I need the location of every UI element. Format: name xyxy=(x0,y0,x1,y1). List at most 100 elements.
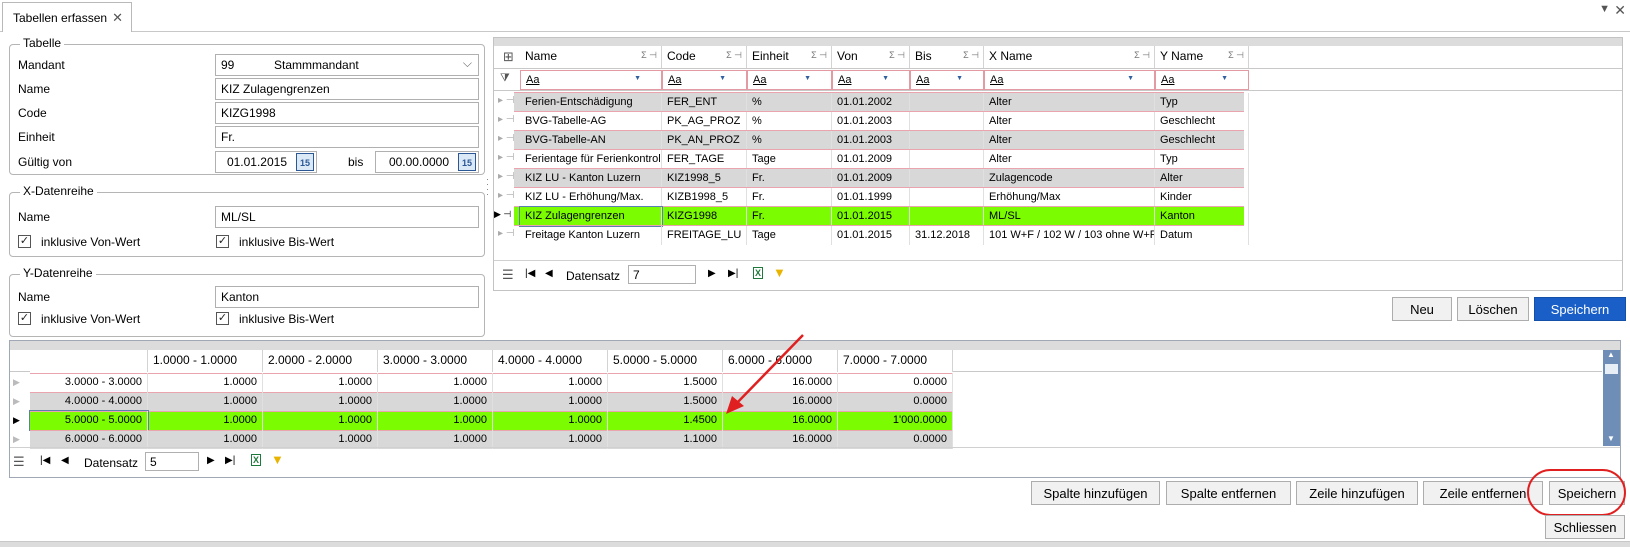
prev-record-icon[interactable]: ◀ xyxy=(545,268,553,279)
column-header[interactable]: Name Σ ⊣ xyxy=(520,46,662,68)
value-cell[interactable]: 1.5000 xyxy=(608,392,723,411)
prev-record-icon[interactable]: ◀ xyxy=(61,455,69,466)
table-cell[interactable]: Zulagencode xyxy=(984,169,1155,188)
table-cell[interactable]: Typ xyxy=(1155,93,1249,112)
splitter-handle[interactable]: · · · · xyxy=(486,175,490,199)
value-cell[interactable]: 0.0000 xyxy=(838,373,953,392)
dropdown-icon[interactable]: ▼ xyxy=(1599,3,1610,15)
sum-pin-icon[interactable]: Σ ⊣ xyxy=(1228,50,1244,61)
dropdown-icon[interactable]: ▼ xyxy=(882,75,889,82)
speichern-button[interactable]: Speichern xyxy=(1534,297,1626,321)
value-cell[interactable]: 1.0000 xyxy=(493,392,608,411)
schliessen-button[interactable]: Schliessen xyxy=(1545,515,1625,539)
table-cell[interactable]: FREITAGE_LU xyxy=(662,226,747,245)
excel-icon[interactable]: X xyxy=(251,454,262,466)
sum-pin-icon[interactable]: Σ ⊣ xyxy=(963,50,979,61)
filter-icon[interactable]: ⧩ xyxy=(500,72,510,85)
zeile-hinzufuegen-button[interactable]: Zeile hinzufügen xyxy=(1296,481,1418,505)
table-cell[interactable]: Alter xyxy=(984,93,1155,112)
table-cell[interactable]: Fr. xyxy=(747,169,832,188)
table-cell[interactable]: % xyxy=(747,93,832,112)
row-label-cell[interactable]: 3.0000 - 3.0000 xyxy=(30,373,148,392)
table-cell[interactable]: Kinder xyxy=(1155,188,1249,207)
table-cell[interactable]: Geschlecht xyxy=(1155,112,1249,131)
x-name-field[interactable]: ML/SL xyxy=(215,206,479,228)
column-filter[interactable]: Aa ▼ xyxy=(662,70,747,90)
value-cell[interactable]: 1.0000 xyxy=(263,411,378,430)
table-cell[interactable]: PK_AN_PROZ xyxy=(662,131,747,150)
column-chooser-icon[interactable]: ⊞ xyxy=(503,49,514,65)
table-cell[interactable]: KIZB1998_5 xyxy=(662,188,747,207)
sum-pin-icon[interactable]: Σ ⊣ xyxy=(641,50,657,61)
column-header[interactable]: 3.0000 - 3.0000 xyxy=(378,350,493,372)
pin-icon[interactable]: ▸ ⊣ xyxy=(498,95,515,106)
table-cell[interactable]: 101 W+F / 102 W / 103 ohne W+F xyxy=(984,226,1155,245)
table-cell[interactable]: 01.01.2015 xyxy=(832,226,910,245)
table-cell[interactable]: Tage xyxy=(747,226,832,245)
scroll-down-icon[interactable]: ▼ xyxy=(1607,434,1615,443)
last-record-icon[interactable]: ▶| xyxy=(728,268,738,279)
column-filter[interactable]: Aa ▼ xyxy=(1155,70,1249,90)
table-cell[interactable]: 01.01.2015 xyxy=(832,207,910,226)
table-cell[interactable]: % xyxy=(747,131,832,150)
table-cell[interactable]: KIZ Zulagengrenzen xyxy=(519,206,663,227)
vertical-scrollbar[interactable]: ▲ ▼ xyxy=(1603,350,1620,446)
next-record-icon[interactable]: ▶ xyxy=(708,268,716,279)
value-cell[interactable]: 1.0000 xyxy=(263,373,378,392)
row-indicator[interactable]: ▶ xyxy=(13,434,20,445)
table-cell[interactable]: KIZ LU - Kanton Luzern xyxy=(520,169,662,188)
table-cell[interactable]: BVG-Tabelle-AG xyxy=(520,112,662,131)
value-cell[interactable]: 0.0000 xyxy=(838,392,953,411)
column-header[interactable]: 1.0000 - 1.0000 xyxy=(148,350,263,372)
x-von-checkbox[interactable]: ✓ xyxy=(18,235,31,248)
column-header[interactable]: 7.0000 - 7.0000 xyxy=(838,350,953,372)
first-record-icon[interactable]: |◀ xyxy=(40,455,50,466)
excel-icon[interactable]: X xyxy=(753,267,764,279)
calendar-icon[interactable]: 15 xyxy=(458,153,476,171)
table-cell[interactable]: Erhöhung/Max xyxy=(984,188,1155,207)
datensatz-input[interactable]: 7 xyxy=(628,265,696,284)
datensatz-input[interactable]: 5 xyxy=(145,452,199,471)
name-field[interactable]: KIZ Zulagengrenzen xyxy=(215,78,479,100)
tab-tabellen-erfassen[interactable]: Tabellen erfassen ✕ xyxy=(2,2,132,32)
table-cell[interactable]: Ferientage für Ferienkontrolle xyxy=(520,150,662,169)
pin-icon[interactable]: ▸ ⊣ xyxy=(498,114,515,125)
row-label-cell[interactable]: 5.0000 - 5.0000 xyxy=(29,410,149,431)
table-cell[interactable]: Freitage Kanton Luzern xyxy=(520,226,662,245)
column-header[interactable]: X Name Σ ⊣ xyxy=(984,46,1155,68)
column-header[interactable]: 2.0000 - 2.0000 xyxy=(263,350,378,372)
table-cell[interactable]: Fr. xyxy=(747,188,832,207)
table-cell[interactable]: Tage xyxy=(747,150,832,169)
table-cell[interactable]: Fr. xyxy=(747,207,832,226)
value-cell[interactable]: 1.4500 xyxy=(608,411,723,430)
table-cell[interactable]: Alter xyxy=(984,131,1155,150)
table-cell[interactable]: FER_ENT xyxy=(662,93,747,112)
sum-pin-icon[interactable]: Σ ⊣ xyxy=(889,50,905,61)
table-cell[interactable]: Ferien-Entschädigung xyxy=(520,93,662,112)
table-cell[interactable]: Kanton xyxy=(1155,207,1249,226)
value-cell[interactable]: 1.0000 xyxy=(493,411,608,430)
code-field[interactable]: KIZG1998 xyxy=(215,102,479,124)
column-filter[interactable]: Aa ▼ xyxy=(984,70,1155,90)
table-cell[interactable]: Alter xyxy=(1155,169,1249,188)
column-header[interactable]: 5.0000 - 5.0000 xyxy=(608,350,723,372)
table-cell[interactable] xyxy=(910,150,984,169)
table-cell[interactable]: KIZ LU - Erhöhung/Max. xyxy=(520,188,662,207)
first-record-icon[interactable]: |◀ xyxy=(525,268,535,279)
table-cell[interactable]: 31.12.2018 xyxy=(910,226,984,245)
table-cell[interactable] xyxy=(910,207,984,226)
scroll-thumb[interactable] xyxy=(1605,364,1618,374)
table-cell[interactable]: 01.01.2003 xyxy=(832,112,910,131)
table-cell[interactable]: 01.01.2009 xyxy=(832,169,910,188)
column-filter[interactable]: Aa ▼ xyxy=(910,70,984,90)
table-cell[interactable]: PK_AG_PROZ xyxy=(662,112,747,131)
window-close-icon[interactable]: ✕ xyxy=(1614,2,1626,19)
column-header[interactable]: Von Σ ⊣ xyxy=(832,46,910,68)
value-cell[interactable]: 1.0000 xyxy=(493,373,608,392)
pin-icon[interactable]: ▸ ⊣ xyxy=(498,171,515,182)
table-cell[interactable]: BVG-Tabelle-AN xyxy=(520,131,662,150)
spalte-entfernen-button[interactable]: Spalte entfernen xyxy=(1166,481,1291,505)
table-cell[interactable]: Datum xyxy=(1155,226,1249,245)
table-cell[interactable]: 01.01.2009 xyxy=(832,150,910,169)
table-cell[interactable]: Alter xyxy=(984,150,1155,169)
